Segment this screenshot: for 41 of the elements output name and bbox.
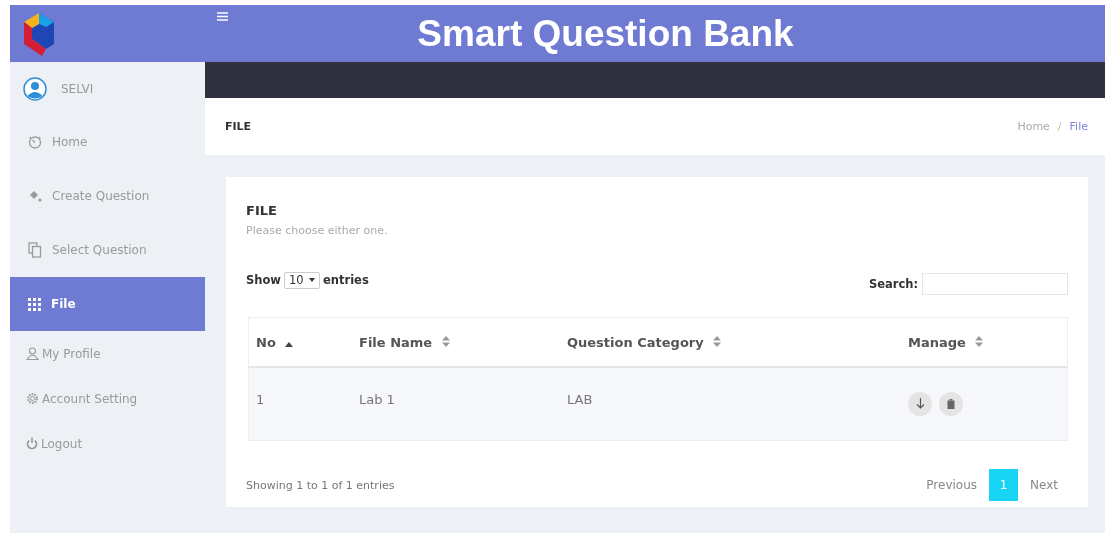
grid-icon — [28, 297, 41, 311]
table-cell: LAB — [560, 367, 901, 441]
pagination-link[interactable]: Next — [1030, 478, 1058, 492]
card-title: FILE — [246, 203, 278, 218]
search-field[interactable] — [922, 273, 1068, 295]
pagination-link[interactable]: Previous — [926, 478, 978, 492]
show-label: Show — [246, 273, 281, 287]
arrow-down-icon — [915, 398, 925, 410]
trash-icon — [947, 399, 955, 410]
sidebar-item[interactable]: Account Setting — [10, 376, 205, 421]
sidebar-item[interactable]: File — [10, 277, 205, 331]
power-icon — [26, 437, 38, 450]
logo-icon — [22, 10, 56, 57]
page-title: FILE — [225, 120, 252, 133]
sidebar-item[interactable]: Select Question — [10, 223, 205, 277]
table-cell: 1 — [248, 367, 352, 441]
copy-icon — [28, 242, 42, 258]
clock-icon — [28, 135, 42, 149]
card-subtitle: Please choose either one. — [246, 224, 389, 237]
menu-icon[interactable] — [217, 12, 228, 21]
settings-icon — [26, 392, 39, 405]
page-button[interactable]: 1 — [989, 469, 1019, 501]
entries-select[interactable]: 10 — [284, 271, 320, 289]
entries-label: entries — [323, 273, 369, 287]
search-label: Search: — [868, 277, 918, 291]
download-button[interactable] — [908, 391, 932, 416]
table-info: Showing 1 to 1 of 1 entries — [246, 478, 395, 492]
delete-button[interactable] — [939, 392, 963, 417]
sidebar-item[interactable]: Create Question — [10, 169, 205, 223]
sidebar-item[interactable]: Logout — [10, 421, 205, 466]
breadcrumb-separator: / — [1057, 120, 1062, 133]
breadcrumb-link[interactable]: Home — [1017, 120, 1050, 133]
user-icon — [26, 347, 39, 360]
breadcrumb-link[interactable]: File — [1069, 120, 1088, 133]
table-cell: Lab 1 — [352, 367, 560, 441]
sidebar-item[interactable]: Home — [10, 115, 205, 169]
sidebar-item[interactable]: My Profile — [10, 331, 205, 376]
user-name: SELVI — [61, 81, 94, 96]
avatar-icon — [23, 76, 47, 101]
dropdown-icon — [309, 278, 315, 282]
app-title: Smart Question Bank — [417, 12, 794, 55]
